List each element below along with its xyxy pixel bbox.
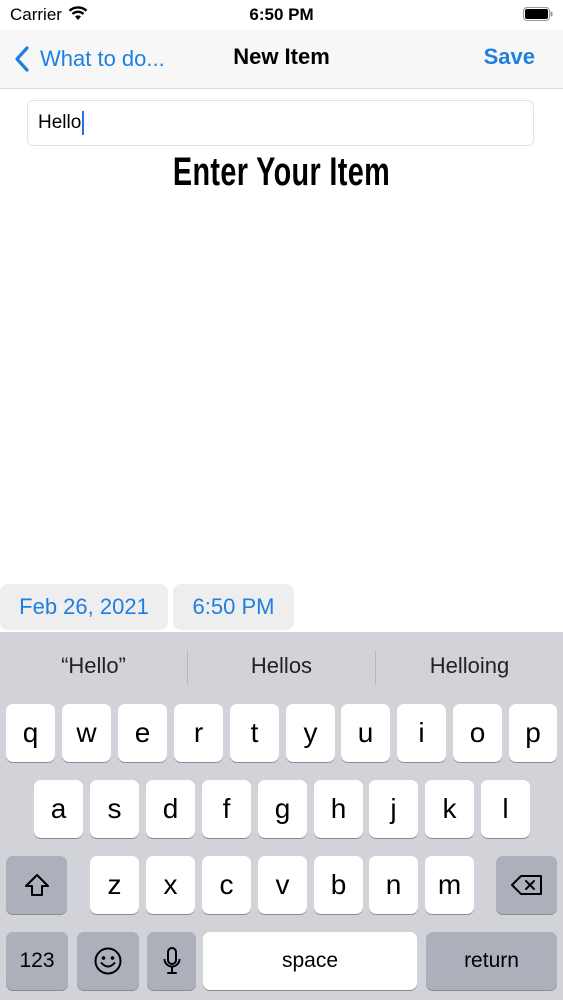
date-picker-button[interactable]: Feb 26, 2021 [0, 584, 168, 630]
item-text-value: Hello [38, 112, 82, 133]
status-bar: Carrier 6:50 PM [0, 0, 563, 30]
battery-icon [523, 7, 553, 21]
key-i[interactable]: i [397, 704, 446, 762]
back-button[interactable]: What to do... [14, 42, 165, 76]
return-key[interactable]: return [426, 932, 557, 990]
key-x[interactable]: x [146, 856, 195, 914]
key-z[interactable]: z [90, 856, 139, 914]
delete-icon [510, 875, 542, 895]
key-q[interactable]: q [6, 704, 55, 762]
key-f[interactable]: f [202, 780, 251, 838]
enter-item-heading: Enter Your Item [172, 150, 391, 194]
key-l[interactable]: l [481, 780, 530, 838]
chevron-left-icon [15, 46, 29, 72]
key-t[interactable]: t [230, 704, 279, 762]
key-w[interactable]: w [62, 704, 111, 762]
suggestion-1[interactable]: “Hello” [0, 632, 187, 700]
text-caret [82, 111, 85, 135]
save-button[interactable]: Save [484, 44, 535, 70]
clock: 6:50 PM [249, 5, 314, 24]
key-c[interactable]: c [202, 856, 251, 914]
back-button-label: What to do... [40, 46, 165, 71]
key-r[interactable]: r [174, 704, 223, 762]
suggestion-2[interactable]: Hellos [188, 632, 375, 700]
microphone-icon [163, 947, 180, 974]
numbers-key[interactable]: 123 [6, 932, 68, 990]
shift-key[interactable] [6, 856, 67, 914]
key-n[interactable]: n [369, 856, 418, 914]
emoji-icon [94, 947, 122, 975]
keyboard: “Hello” Hellos Helloing q w e r t y u i … [0, 632, 563, 1000]
emoji-key[interactable] [77, 932, 139, 990]
key-g[interactable]: g [258, 780, 307, 838]
key-j[interactable]: j [369, 780, 418, 838]
suggestion-3[interactable]: Helloing [376, 632, 563, 700]
key-e[interactable]: e [118, 704, 167, 762]
key-u[interactable]: u [341, 704, 390, 762]
shift-icon [24, 874, 49, 896]
key-v[interactable]: v [258, 856, 307, 914]
time-picker-button[interactable]: 6:50 PM [173, 584, 294, 630]
navigation-bar: What to do... New Item Save [0, 30, 563, 89]
key-k[interactable]: k [425, 780, 474, 838]
microphone-key[interactable] [147, 932, 196, 990]
delete-key[interactable] [496, 856, 557, 914]
key-o[interactable]: o [453, 704, 502, 762]
key-h[interactable]: h [314, 780, 363, 838]
item-text-field[interactable]: Hello [27, 100, 534, 146]
key-y[interactable]: y [286, 704, 335, 762]
key-m[interactable]: m [425, 856, 474, 914]
key-b[interactable]: b [314, 856, 363, 914]
key-s[interactable]: s [90, 780, 139, 838]
key-p[interactable]: p [509, 704, 557, 762]
key-d[interactable]: d [146, 780, 195, 838]
space-key[interactable]: space [203, 932, 417, 990]
key-a[interactable]: a [34, 780, 83, 838]
suggestion-bar: “Hello” Hellos Helloing [0, 632, 563, 700]
